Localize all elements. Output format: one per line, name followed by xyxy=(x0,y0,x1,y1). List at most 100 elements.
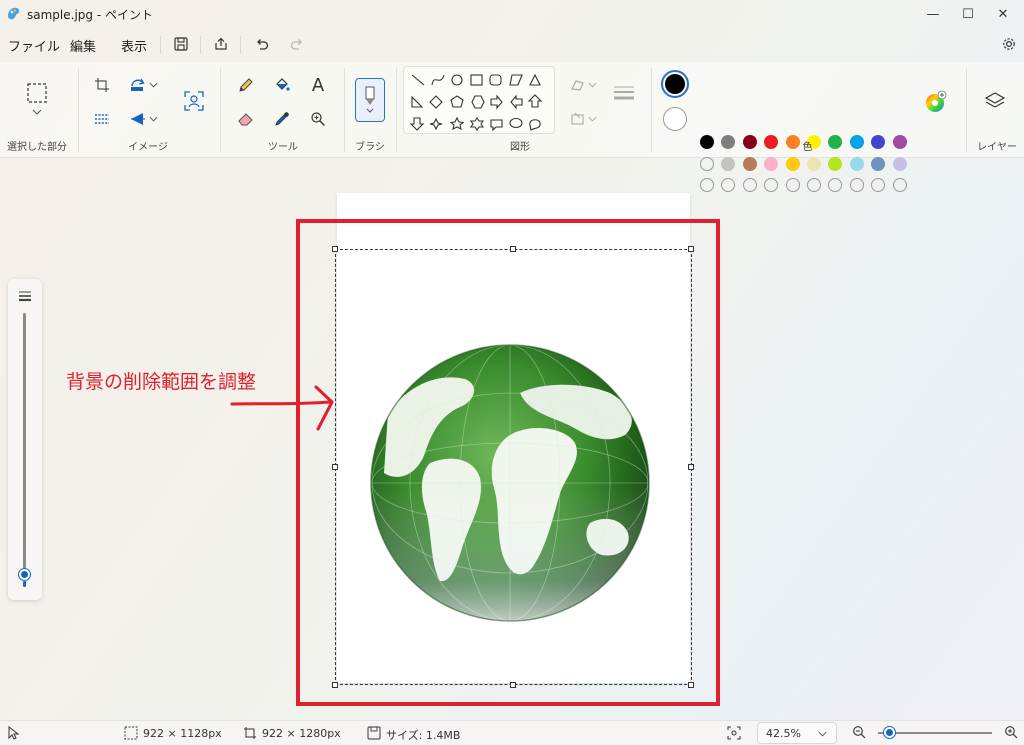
crop-icon[interactable] xyxy=(89,72,115,98)
eraser-icon[interactable] xyxy=(233,106,259,132)
color-swatch[interactable] xyxy=(700,135,714,149)
color-swatch[interactable] xyxy=(742,157,757,171)
color-swatch[interactable] xyxy=(849,135,864,149)
zoom-out-icon[interactable] xyxy=(852,725,866,742)
custom-color-slot[interactable] xyxy=(807,178,821,192)
resize-skew-icon[interactable] xyxy=(89,106,115,132)
four-point-star-shape-icon xyxy=(429,117,443,131)
chevron-down-icon[interactable] xyxy=(146,72,160,98)
group-label-colors: 色 xyxy=(802,142,813,153)
chevron-down-icon[interactable] xyxy=(585,106,599,132)
group-separator xyxy=(966,68,967,152)
select-rectangle-icon[interactable] xyxy=(24,80,50,106)
pointer-icon xyxy=(7,725,20,743)
zoom-slider-track[interactable] xyxy=(878,732,992,734)
custom-color-slot[interactable] xyxy=(892,178,907,192)
custom-color-slot[interactable] xyxy=(785,178,800,192)
polygon-shape-icon xyxy=(509,74,523,86)
custom-color-slot[interactable] xyxy=(700,178,714,192)
brush-size-slider-fill xyxy=(23,581,26,587)
title-bar: sample.jpg - ペイント — ☐ ✕ xyxy=(0,0,1024,28)
color-swatch[interactable] xyxy=(721,157,736,171)
color-swatch[interactable] xyxy=(785,157,800,171)
chevron-down-icon[interactable] xyxy=(146,106,160,132)
oval-callout-shape-icon xyxy=(509,117,523,129)
color-picker-icon[interactable] xyxy=(269,106,295,132)
custom-color-slot[interactable] xyxy=(742,178,757,192)
zoom-value: 42.5% xyxy=(766,727,801,740)
triangle-shape-icon xyxy=(529,73,541,86)
brush-size-panel xyxy=(8,279,42,600)
curve-shape-icon xyxy=(431,74,445,86)
custom-color-slot[interactable] xyxy=(828,178,843,192)
custom-color-slot[interactable] xyxy=(871,178,886,192)
menu-separator xyxy=(240,36,241,54)
rounded-rectangle-shape-icon xyxy=(489,74,502,86)
close-button[interactable]: ✕ xyxy=(980,0,1024,28)
hexagon-shape-icon xyxy=(471,95,485,109)
color-swatch[interactable] xyxy=(742,135,757,149)
brush-selector-button[interactable] xyxy=(355,78,385,122)
paint-app-icon xyxy=(8,7,20,20)
fit-to-window-icon[interactable] xyxy=(727,726,741,743)
group-separator xyxy=(396,68,397,152)
color-swatch[interactable] xyxy=(892,135,907,149)
chevron-down-icon[interactable] xyxy=(24,104,50,120)
fill-bucket-icon[interactable] xyxy=(269,72,295,98)
zoom-in-icon[interactable] xyxy=(1004,725,1018,742)
undo-icon[interactable] xyxy=(251,33,273,55)
text-tool-icon[interactable]: A xyxy=(305,72,331,98)
group-label-selection: 選択した部分 xyxy=(7,142,67,153)
line-shape-icon xyxy=(411,74,425,86)
color-swatch[interactable] xyxy=(721,135,736,149)
zoom-dropdown[interactable]: 42.5% xyxy=(757,722,837,744)
file-size-text: サイズ: 1.4MB xyxy=(386,729,461,742)
menu-bar: ファイル 編集 表示 xyxy=(0,28,1024,60)
canvas-size-text: 922 × 1280px xyxy=(262,727,341,740)
custom-color-slot[interactable] xyxy=(700,157,714,171)
menu-file[interactable]: ファイル xyxy=(8,36,60,55)
color-swatch[interactable] xyxy=(764,157,779,171)
secondary-color-swatch[interactable] xyxy=(663,107,687,131)
brush-size-slider-thumb[interactable] xyxy=(19,569,30,580)
menu-view[interactable]: 表示 xyxy=(121,36,147,55)
menu-edit[interactable]: 編集 xyxy=(70,36,96,55)
color-swatch[interactable] xyxy=(892,157,907,171)
save-icon[interactable] xyxy=(170,33,192,55)
share-icon[interactable] xyxy=(210,33,232,55)
color-swatch[interactable] xyxy=(764,135,779,149)
brush-size-slider-track[interactable] xyxy=(23,313,26,569)
shapes-gallery[interactable] xyxy=(403,66,555,134)
group-separator xyxy=(651,68,652,152)
color-swatch[interactable] xyxy=(849,157,864,171)
left-arrow-shape-icon xyxy=(510,94,523,110)
layers-icon[interactable] xyxy=(982,88,1008,114)
custom-color-slot[interactable] xyxy=(764,178,779,192)
magnifier-icon[interactable] xyxy=(305,106,331,132)
selection-size-text: 922 × 1128px xyxy=(143,727,222,740)
edit-colors-icon[interactable] xyxy=(922,89,948,115)
custom-color-slot[interactable] xyxy=(721,178,736,192)
rectangle-shape-icon xyxy=(470,74,483,86)
color-swatch[interactable] xyxy=(871,135,886,149)
custom-color-slot[interactable] xyxy=(849,178,864,192)
color-swatch[interactable] xyxy=(828,157,843,171)
primary-color-swatch[interactable] xyxy=(661,70,689,98)
remove-background-icon[interactable] xyxy=(181,88,207,114)
redo-icon[interactable] xyxy=(286,33,308,55)
color-swatch[interactable] xyxy=(871,157,886,171)
zoom-slider-thumb[interactable] xyxy=(884,727,895,738)
pencil-icon[interactable] xyxy=(233,72,259,98)
canvas-size-icon xyxy=(243,726,257,743)
down-arrow-shape-icon xyxy=(409,117,425,131)
chevron-down-icon[interactable] xyxy=(585,72,599,98)
group-label-image: イメージ xyxy=(128,142,168,153)
selection-size-icon xyxy=(124,726,138,743)
settings-gear-icon[interactable] xyxy=(998,33,1020,55)
line-size-icon[interactable] xyxy=(609,80,639,106)
ribbon-toolbar: 選択した部分 イメージ A ツール ブラシ 図形 色 レイヤー xyxy=(0,62,1024,192)
color-swatch[interactable] xyxy=(807,157,821,171)
group-label-brushes: ブラシ xyxy=(355,142,385,153)
diamond-shape-icon xyxy=(429,95,443,109)
right-triangle-shape-icon xyxy=(411,95,424,108)
